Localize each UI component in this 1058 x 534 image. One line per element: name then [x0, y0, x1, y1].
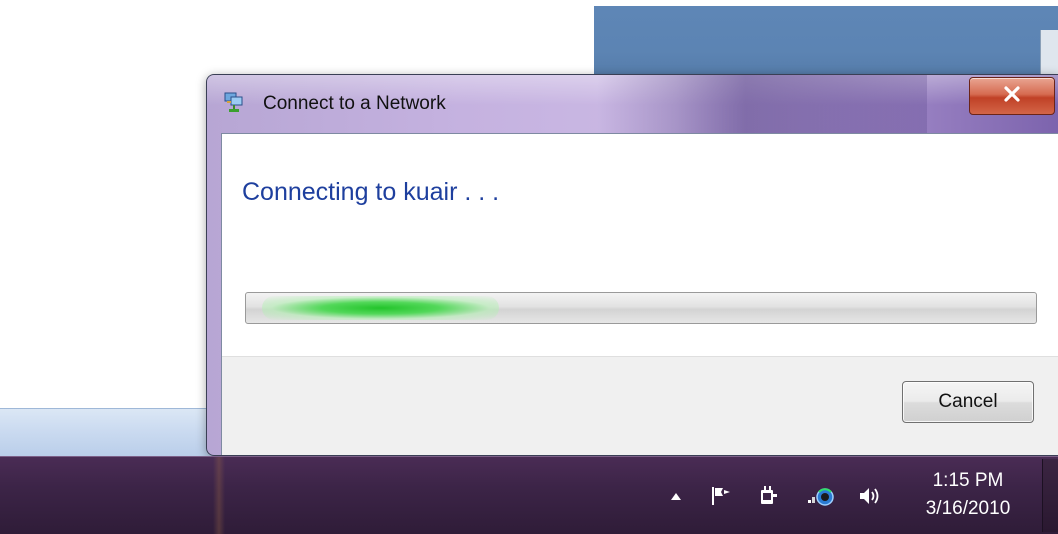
close-button[interactable]: [969, 77, 1055, 115]
volume-button[interactable]: [856, 457, 884, 534]
network-connection-icon: [223, 91, 245, 113]
connecting-status-heading: Connecting to kuair . . .: [242, 178, 500, 206]
clock-date: 3/16/2010: [925, 498, 1011, 519]
power-plug-icon: [757, 485, 779, 507]
network-status-button[interactable]: [804, 457, 838, 534]
connection-progress-bar: [245, 292, 1037, 324]
show-desktop-button[interactable]: [1042, 459, 1058, 532]
taskbar-clock[interactable]: 1:15 PM 3/16/2010: [908, 467, 1028, 523]
power-status-button[interactable]: [755, 457, 781, 534]
show-hidden-icons-button[interactable]: [668, 457, 684, 534]
cancel-button[interactable]: Cancel: [902, 381, 1034, 423]
dialog-footer: Cancel: [222, 356, 1058, 455]
background-window: [594, 6, 1058, 82]
network-connecting-icon: [806, 485, 836, 507]
taskbar: 1:15 PM 3/16/2010: [0, 456, 1058, 534]
connect-network-dialog: Connect to a Network Connecting to kuair…: [206, 74, 1058, 456]
progress-indicator: [261, 296, 499, 320]
chevron-up-icon: [670, 491, 682, 501]
flag-icon: [710, 486, 732, 506]
dialog-title: Connect to a Network: [263, 93, 446, 114]
volume-icon: [858, 486, 882, 506]
close-icon: [1003, 86, 1021, 106]
dialog-content: Connecting to kuair . . . Cancel: [221, 133, 1058, 455]
action-center-button[interactable]: [708, 457, 734, 534]
taskbar-separator: [213, 457, 225, 534]
clock-time: 1:15 PM: [932, 470, 1004, 491]
titlebar-glass: [597, 75, 927, 133]
